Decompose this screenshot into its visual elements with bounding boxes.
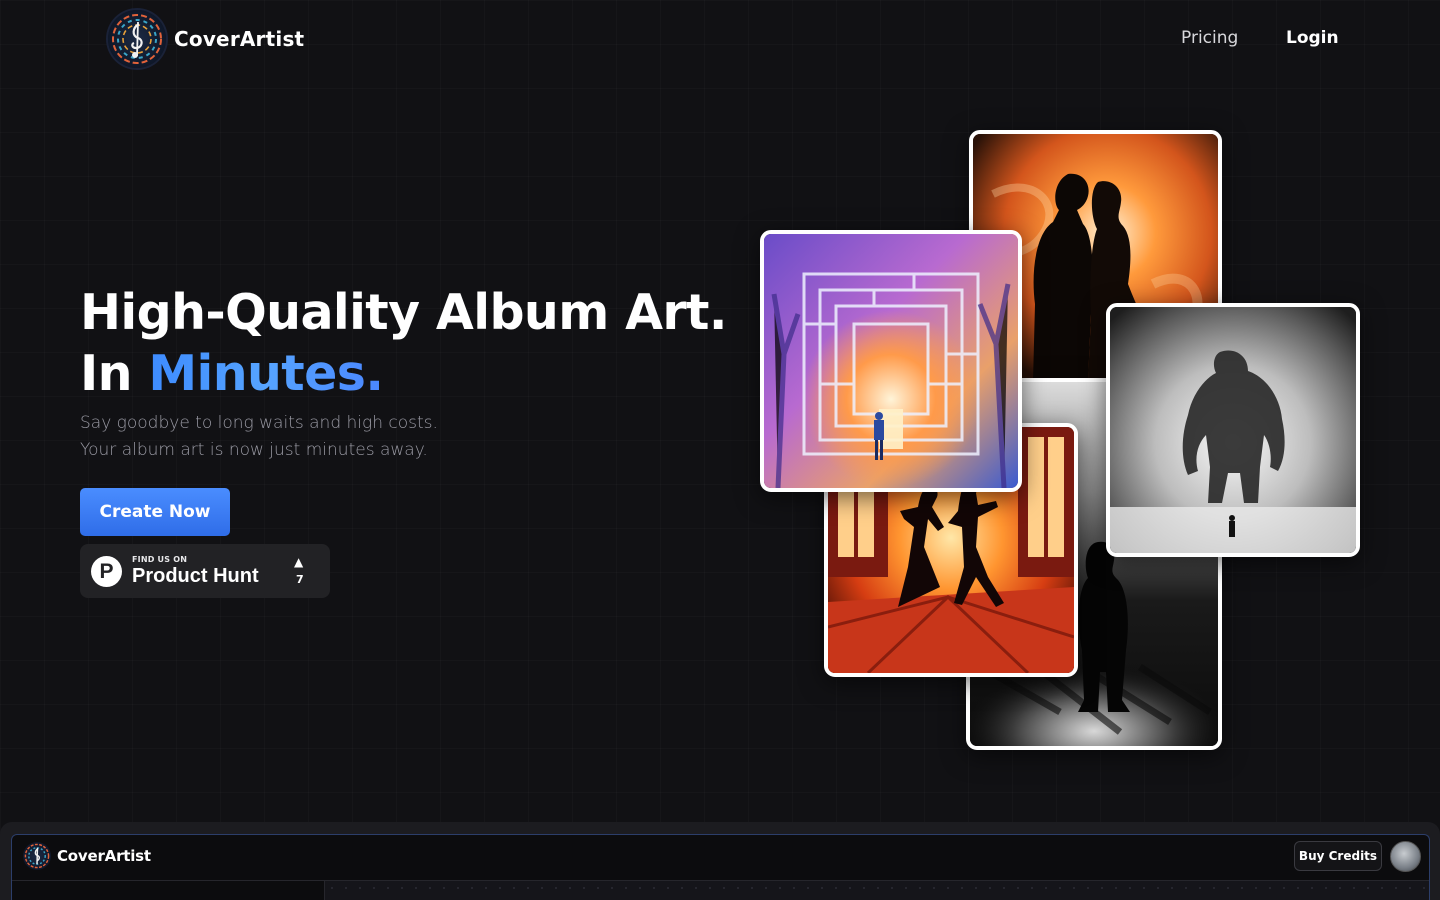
app-brand-name: CoverArtist (57, 847, 151, 865)
hero-subtitle-line2: Your album art is now just minutes away. (80, 440, 428, 460)
product-hunt-badge[interactable]: P FIND US ON Product Hunt ▲ 7 (80, 544, 330, 598)
product-hunt-name: Product Hunt (132, 565, 259, 587)
app-preview-panel: CoverArtist Buy Credits (0, 822, 1440, 900)
create-now-button[interactable]: Create Now (80, 488, 230, 536)
product-hunt-logo-icon: P (91, 556, 122, 587)
nav-login-link[interactable]: Login (1286, 28, 1339, 48)
app-header: CoverArtist Buy Credits (12, 835, 1429, 881)
landing-page: CoverArtist Pricing Login High-Quality A… (0, 0, 1440, 900)
app-logo-icon (23, 842, 51, 870)
watercolor-maze-image (760, 230, 1022, 492)
top-nav: CoverArtist Pricing Login (0, 0, 1440, 80)
brand-link[interactable]: CoverArtist (108, 10, 304, 68)
hero-subtitle: Say goodbye to long waits and high costs… (80, 410, 438, 464)
app-brand[interactable]: CoverArtist (23, 842, 151, 870)
upvote-arrow-icon: ▲ (294, 555, 304, 569)
product-hunt-small-label: FIND US ON (132, 555, 188, 564)
app-sidebar (12, 881, 325, 900)
app-preview-frame: CoverArtist Buy Credits (11, 834, 1430, 900)
nav-pricing-link[interactable]: Pricing (1181, 28, 1238, 48)
brand-name: CoverArtist (174, 27, 305, 51)
upvote-count: 7 (296, 573, 304, 586)
hero-subtitle-line1: Say goodbye to long waits and high costs… (80, 413, 438, 433)
hero-title-line2-prefix: In (80, 345, 149, 402)
user-avatar[interactable] (1390, 841, 1421, 872)
hero-title-accent: Minutes. (148, 345, 384, 402)
hero-title-line1: High-Quality Album Art. (80, 284, 727, 341)
hero-title: High-Quality Album Art. In Minutes. (80, 282, 727, 404)
app-canvas-area (325, 881, 1429, 900)
brand-logo-icon (108, 10, 166, 68)
giant-in-fog-image (1106, 303, 1360, 557)
buy-credits-button[interactable]: Buy Credits (1294, 841, 1382, 871)
